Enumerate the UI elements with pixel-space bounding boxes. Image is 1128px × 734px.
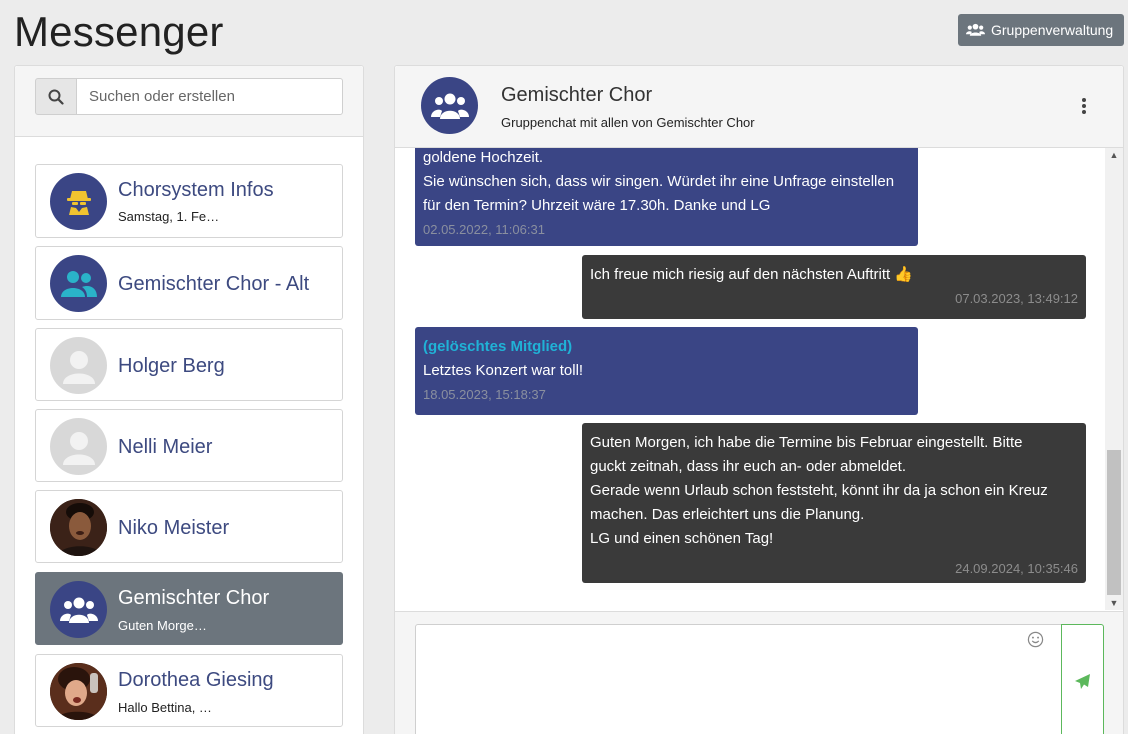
message-timestamp: 18.05.2023, 15:18:37 xyxy=(423,387,546,402)
message-timestamp: 24.09.2024, 10:35:46 xyxy=(955,561,1078,576)
message-timestamp: 02.05.2022, 11:06:31 xyxy=(423,222,545,237)
spy-icon xyxy=(50,173,107,230)
chat-name: Nelli Meier xyxy=(118,436,213,458)
message-list: goldene Hochzeit. Sie wünschen sich, das… xyxy=(395,148,1123,610)
group-icon xyxy=(50,255,107,312)
chat-name: Dorothea Giesing xyxy=(118,669,274,691)
chat-item-holger-berg[interactable]: Holger Berg xyxy=(35,328,343,401)
conversation-panel: Gemischter Chor Gruppenchat mit allen vo… xyxy=(394,65,1124,734)
message-line: Ich freue mich riesig auf den nächsten A… xyxy=(590,266,914,283)
group-management-button[interactable]: Gruppenverwaltung xyxy=(958,14,1124,46)
message-line: für den Termin? Uhrzeit wäre 17.30h. Dan… xyxy=(423,197,771,214)
chat-item-nelli-meier[interactable]: Nelli Meier xyxy=(35,409,343,482)
chat-item-gemischter-chor-alt[interactable]: Gemischter Chor - Alt xyxy=(35,246,343,320)
scroll-thumb[interactable] xyxy=(1107,450,1121,595)
message-outgoing: Guten Morgen, ich habe die Termine bis F… xyxy=(582,423,1086,583)
message-line: LG und einen schönen Tag! xyxy=(590,530,774,547)
group-icon xyxy=(50,581,107,638)
message-incoming: (gelöschtes Mitglied) Letztes Konzert wa… xyxy=(415,327,918,415)
user-photo xyxy=(50,663,107,720)
message-scrollbar[interactable]: ▲ ▼ xyxy=(1105,148,1123,610)
message-timestamp: 07.03.2023, 13:49:12 xyxy=(955,291,1078,306)
search-icon xyxy=(48,89,64,105)
message-line: Sie wünschen sich, dass wir singen. Würd… xyxy=(423,173,895,190)
default-user-icon xyxy=(50,337,107,394)
scroll-up-arrow-icon[interactable]: ▲ xyxy=(1105,148,1123,162)
message-incoming: goldene Hochzeit. Sie wünschen sich, das… xyxy=(415,148,918,246)
message-composer xyxy=(395,611,1123,734)
message-line: machen. Das erleichtert uns die Planung. xyxy=(590,506,865,523)
send-icon xyxy=(1075,674,1090,689)
default-user-icon xyxy=(50,418,107,475)
chat-item-niko-meister[interactable]: Niko Meister xyxy=(35,490,343,563)
chat-preview: Hallo Bettina, … xyxy=(118,700,212,715)
chat-name: Holger Berg xyxy=(118,355,225,377)
send-button[interactable] xyxy=(1061,624,1104,734)
emoji-icon[interactable] xyxy=(1027,631,1044,648)
chat-name: Gemischter Chor - Alt xyxy=(118,273,310,295)
conversation-title: Gemischter Chor xyxy=(501,84,653,106)
chat-preview: Guten Morge… xyxy=(118,618,207,633)
search-bar xyxy=(15,66,363,137)
chat-list-panel: Chorsystem Infos Samstag, 1. Fe… Gemisch… xyxy=(14,65,364,734)
users-icon xyxy=(966,23,985,36)
message-line: Letztes Konzert war toll! xyxy=(423,362,584,379)
search-input[interactable] xyxy=(76,78,343,115)
user-photo xyxy=(50,499,107,556)
chat-name: Gemischter Chor xyxy=(118,587,270,609)
group-icon xyxy=(421,77,478,134)
more-options-icon[interactable] xyxy=(1077,96,1091,116)
chat-item-gemischter-chor[interactable]: Gemischter Chor Guten Morge… xyxy=(35,572,343,645)
message-line: goldene Hochzeit. xyxy=(423,149,544,166)
conversation-header: Gemischter Chor Gruppenchat mit allen vo… xyxy=(395,66,1123,148)
message-input[interactable] xyxy=(415,624,1062,734)
chat-name: Niko Meister xyxy=(118,517,230,539)
chat-item-dorothea-giesing[interactable]: Dorothea Giesing Hallo Bettina, … xyxy=(35,654,343,727)
scroll-down-arrow-icon[interactable]: ▼ xyxy=(1105,596,1123,610)
message-sender: (gelöschtes Mitglied) xyxy=(423,338,573,355)
chat-item-chorsystem-infos[interactable]: Chorsystem Infos Samstag, 1. Fe… xyxy=(35,164,343,238)
conversation-subtitle: Gruppenchat mit allen von Gemischter Cho… xyxy=(501,115,755,130)
group-management-label: Gruppenverwaltung xyxy=(991,22,1114,38)
message-line: guckt zeitnah, dass ihr euch an- oder ab… xyxy=(590,458,907,475)
search-button[interactable] xyxy=(35,78,77,115)
message-outgoing: Ich freue mich riesig auf den nächsten A… xyxy=(582,255,1086,319)
page-title: Messenger xyxy=(14,8,224,55)
message-line: Guten Morgen, ich habe die Termine bis F… xyxy=(590,434,1023,451)
chat-preview: Samstag, 1. Fe… xyxy=(118,209,220,224)
message-line: Gerade wenn Urlaub schon feststeht, könn… xyxy=(590,482,1048,499)
chat-name: Chorsystem Infos xyxy=(118,179,274,201)
